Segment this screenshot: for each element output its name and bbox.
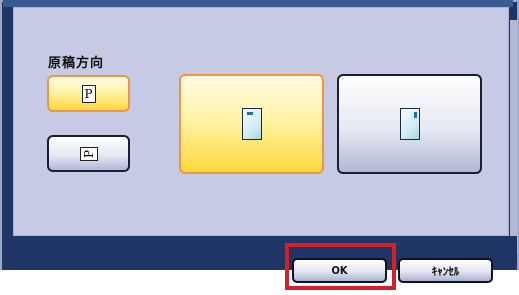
landscape-document-icon xyxy=(399,108,420,140)
orientation-rotated-button[interactable]: P xyxy=(47,135,130,172)
portrait-document-icon xyxy=(241,108,262,140)
cancel-button[interactable]: ｷｬﾝｾﾙ xyxy=(398,258,493,283)
upright-p-icon: P xyxy=(81,84,96,103)
top-strip xyxy=(3,0,513,7)
orientation-upright-button[interactable]: P xyxy=(47,75,130,112)
landscape-document-button[interactable] xyxy=(337,74,482,174)
section-label-original-orientation: 原稿方向 xyxy=(48,56,105,71)
portrait-document-button[interactable] xyxy=(179,74,324,174)
ok-button[interactable]: OK xyxy=(292,258,387,283)
rotated-p-icon: P xyxy=(79,146,98,161)
side-bar xyxy=(510,20,518,254)
